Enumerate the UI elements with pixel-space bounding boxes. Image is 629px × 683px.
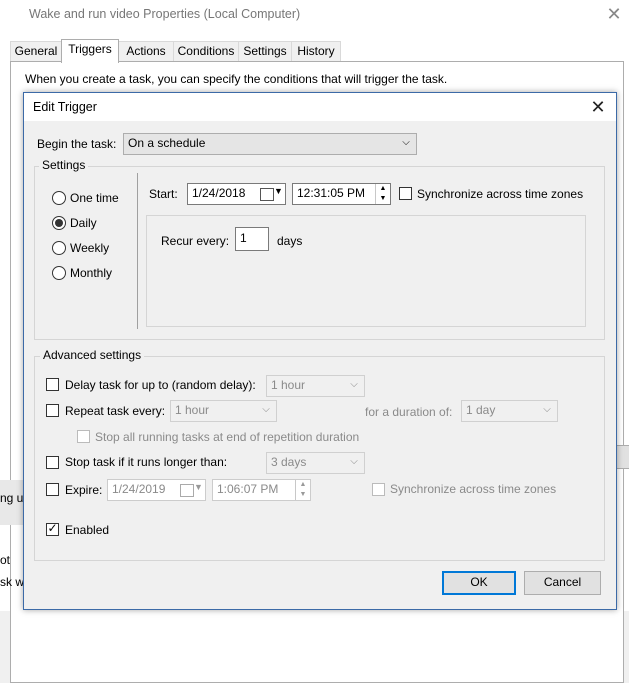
repeat-interval-select[interactable]: 1 hour ⌵ xyxy=(170,400,277,422)
stop-longer-value: 3 days xyxy=(271,455,307,469)
expire-date-value: 1/24/2019 xyxy=(112,482,166,496)
start-date-picker[interactable]: 1/24/2018 ▼ xyxy=(187,183,286,205)
tab-history[interactable]: History xyxy=(291,41,341,62)
chevron-down-icon: ⌵ xyxy=(350,379,358,390)
chevron-down-icon: ⌵ xyxy=(543,404,551,415)
dialog-titlebar: Edit Trigger ✕ xyxy=(24,93,616,121)
partial-text: ot xyxy=(0,553,11,567)
chevron-down-icon[interactable]: ▼ xyxy=(274,186,283,196)
chevron-down-icon: ⌵ xyxy=(262,404,270,415)
stop-longer-checkbox[interactable] xyxy=(46,456,59,469)
recur-every-label: Recur every: xyxy=(161,234,230,248)
delay-select[interactable]: 1 hour ⌵ xyxy=(266,375,365,397)
one-time-radio[interactable] xyxy=(52,191,66,205)
start-time-value: 12:31:05 PM xyxy=(297,186,366,200)
chevron-down-icon: ⌵ xyxy=(350,456,358,467)
recur-every-value: 1 xyxy=(240,231,247,245)
close-icon[interactable]: ✕ xyxy=(602,2,626,26)
time-spinner[interactable]: ▲ ▼ xyxy=(295,480,310,500)
expire-time-value: 1:06:07 PM xyxy=(217,482,279,496)
repeat-task-label[interactable]: Repeat task every: xyxy=(65,404,165,418)
tab-settings[interactable]: Settings xyxy=(238,41,292,62)
begin-task-label: Begin the task: xyxy=(37,137,117,151)
delay-value: 1 hour xyxy=(271,378,306,392)
recur-unit-label: days xyxy=(277,234,303,248)
tab-general[interactable]: General xyxy=(10,41,62,62)
tab-triggers[interactable]: Triggers xyxy=(61,39,119,63)
vertical-divider xyxy=(137,173,138,329)
weekly-radio[interactable] xyxy=(52,241,66,255)
start-date-value: 1/24/2018 xyxy=(192,186,246,200)
recurrence-panel xyxy=(146,215,586,327)
sync-timezones-checkbox[interactable] xyxy=(399,187,412,200)
advanced-settings-label: Advanced settings xyxy=(40,348,145,362)
partial-button[interactable] xyxy=(615,445,629,469)
expire-sync-checkbox[interactable] xyxy=(372,483,385,496)
monthly-radio[interactable] xyxy=(52,266,66,280)
dialog-title: Edit Trigger xyxy=(33,100,97,114)
enabled-checkbox[interactable]: ✓ xyxy=(46,521,59,536)
monthly-label[interactable]: Monthly xyxy=(70,266,112,280)
one-time-label[interactable]: One time xyxy=(70,191,119,205)
recur-every-input[interactable]: 1 xyxy=(235,227,269,251)
delay-task-checkbox[interactable] xyxy=(46,378,59,391)
stop-running-tasks-checkbox[interactable] xyxy=(77,430,90,443)
radio-selected-dot xyxy=(55,219,63,227)
calendar-icon[interactable] xyxy=(260,188,274,201)
expire-date-picker[interactable]: 1/24/2019 ▼ xyxy=(107,479,206,501)
weekly-label[interactable]: Weekly xyxy=(70,241,109,255)
expire-checkbox[interactable] xyxy=(46,483,59,496)
calendar-icon[interactable] xyxy=(180,484,194,497)
stop-longer-label[interactable]: Stop task if it runs longer than: xyxy=(65,455,227,469)
chevron-down-icon: ⌵ xyxy=(402,137,410,148)
checkmark-icon: ✓ xyxy=(47,521,58,535)
window-title: Wake and run video Properties (Local Com… xyxy=(29,7,301,21)
edit-trigger-dialog: Edit Trigger ✕ Begin the task: On a sche… xyxy=(23,92,617,610)
partial-text: ng u xyxy=(0,491,24,505)
chevron-down-icon[interactable]: ▼ xyxy=(194,482,203,492)
daily-label[interactable]: Daily xyxy=(70,216,97,230)
expire-label[interactable]: Expire: xyxy=(65,483,102,497)
expire-time-field[interactable]: 1:06:07 PM ▲ ▼ xyxy=(212,479,311,501)
stop-running-tasks-label: Stop all running tasks at end of repetit… xyxy=(95,430,360,444)
begin-task-select[interactable]: On a schedule ⌵ xyxy=(123,133,417,155)
tab-conditions[interactable]: Conditions xyxy=(173,41,239,62)
begin-task-value: On a schedule xyxy=(128,136,206,150)
expire-sync-label: Synchronize across time zones xyxy=(390,482,557,496)
time-spinner[interactable]: ▲ ▼ xyxy=(375,184,390,204)
start-time-field[interactable]: 12:31:05 PM ▲ ▼ xyxy=(292,183,391,205)
tab-actions[interactable]: Actions xyxy=(118,41,174,62)
start-label: Start: xyxy=(149,187,178,201)
settings-group-label: Settings xyxy=(39,158,89,172)
duration-select[interactable]: 1 day ⌵ xyxy=(461,400,558,422)
daily-radio[interactable] xyxy=(52,216,66,230)
cancel-button[interactable]: Cancel xyxy=(524,571,601,595)
repeat-task-checkbox[interactable] xyxy=(46,404,59,417)
duration-value: 1 day xyxy=(466,403,496,417)
ok-button[interactable]: OK xyxy=(442,571,516,595)
duration-label: for a duration of: xyxy=(365,405,453,419)
dialog-close-icon[interactable]: ✕ xyxy=(585,95,611,119)
repeat-interval-value: 1 hour xyxy=(175,403,210,417)
delay-task-label[interactable]: Delay task for up to (random delay): xyxy=(65,378,256,392)
sync-timezones-label[interactable]: Synchronize across time zones xyxy=(417,187,583,201)
stop-longer-select[interactable]: 3 days ⌵ xyxy=(266,452,365,474)
triggers-description: When you create a task, you can specify … xyxy=(25,72,448,86)
enabled-label[interactable]: Enabled xyxy=(65,523,109,537)
